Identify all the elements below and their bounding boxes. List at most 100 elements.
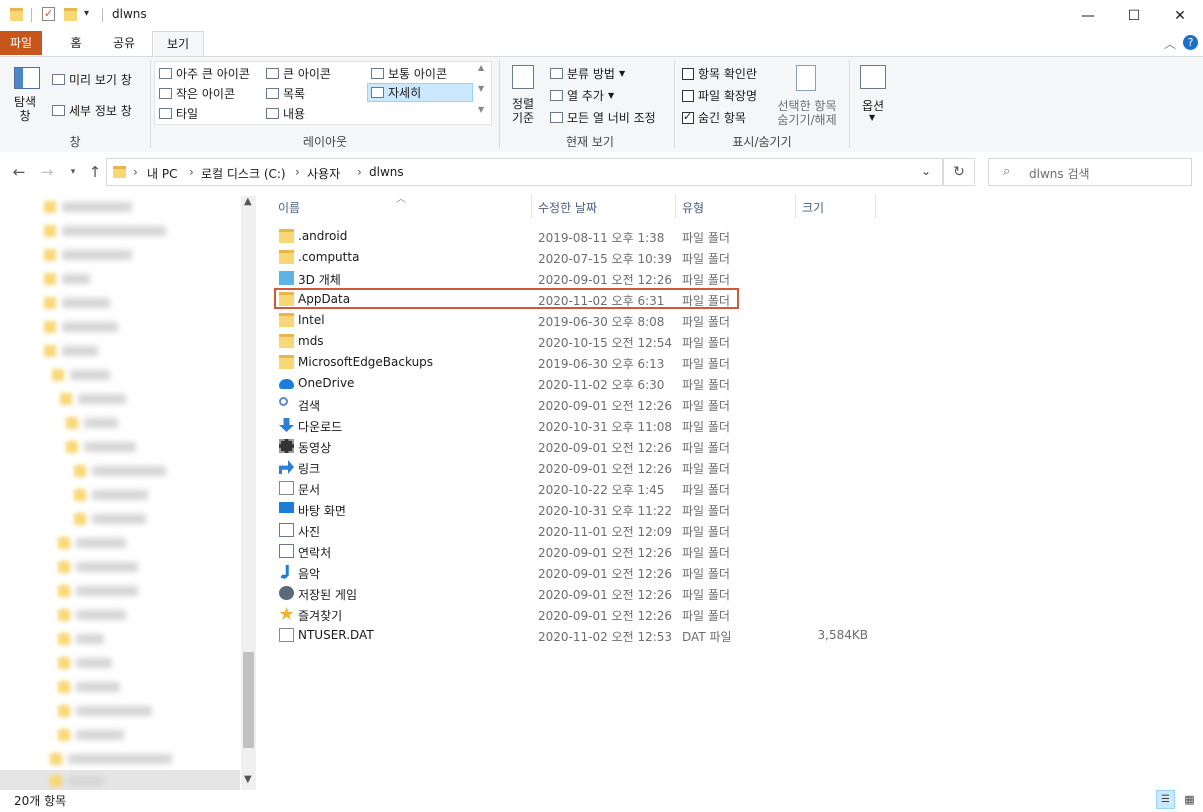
layout-list[interactable]: 목록	[266, 85, 305, 102]
recent-dropdown-icon[interactable]: ▾	[62, 162, 84, 182]
file-row[interactable]: Intel 2019-06-30 오후 8:08 파일 폴더	[272, 310, 892, 331]
file-row[interactable]: 동영상 2020-09-01 오전 12:26 파일 폴더	[272, 436, 892, 457]
layout-small-icons[interactable]: 작은 아이콘	[159, 85, 235, 102]
file-type: 파일 폴더	[682, 357, 730, 371]
file-row[interactable]: OneDrive 2020-11-02 오후 6:30 파일 폴더	[272, 373, 892, 394]
layout-medium-icons[interactable]: 보통 아이콘	[371, 65, 447, 82]
breadcrumb-users[interactable]: 사용자	[307, 165, 340, 182]
extra-large-icons-icon	[159, 68, 172, 79]
back-arrow-icon[interactable]: ←	[8, 162, 30, 182]
divider	[675, 195, 676, 219]
nav-pane-scrollbar[interactable]: ▲ ▼	[241, 196, 256, 790]
scroll-up-icon[interactable]: ▲	[244, 196, 252, 207]
column-header-type[interactable]: 유형	[682, 199, 704, 216]
layout-tiles[interactable]: 타일	[159, 105, 198, 122]
column-header-size[interactable]: 크기	[802, 199, 824, 216]
file-row[interactable]: .computta 2020-07-15 오후 10:39 파일 폴더	[272, 247, 892, 268]
hide-selected-button[interactable]: 선택한 항목 숨기기/해제	[772, 65, 842, 129]
tab-file[interactable]: 파일	[0, 31, 42, 55]
large-icons-view-button[interactable]: ▦	[1180, 790, 1199, 809]
breadcrumb-this-pc[interactable]: 내 PC	[147, 165, 177, 182]
document-icon	[279, 481, 294, 495]
details-pane-button[interactable]: 세부 정보 창	[52, 102, 132, 119]
chevron-down-icon: ▼	[869, 113, 876, 122]
hide-selected-label: 선택한 항목 숨기기/해제	[777, 99, 837, 127]
tab-home[interactable]: 홈	[60, 31, 92, 55]
layout-content[interactable]: 내용	[266, 105, 305, 122]
contacts-icon	[279, 544, 294, 558]
add-column-button[interactable]: 열 추가 ▼	[550, 87, 614, 104]
scrollbar-thumb[interactable]	[243, 652, 254, 748]
column-header-date[interactable]: 수정한 날짜	[538, 199, 597, 216]
layout-large-icons[interactable]: 큰 아이콘	[266, 65, 331, 82]
gallery-scroll-down-icon[interactable]: ▼	[478, 84, 484, 93]
onedrive-icon	[279, 379, 294, 389]
small-icons-icon	[159, 88, 172, 99]
file-row[interactable]: NTUSER.DAT 2020-11-02 오전 12:53 DAT 파일 3,584…	[272, 625, 892, 646]
options-button[interactable]: 옵션 ▼	[856, 65, 892, 129]
collapse-ribbon-icon[interactable]: ︿	[1164, 35, 1176, 52]
search-input[interactable]: dlwns 검색	[1029, 165, 1090, 182]
gallery-expand-icon[interactable]: ▼	[478, 105, 484, 114]
file-row[interactable]: 연락처 2020-09-01 오전 12:26 파일 폴더	[272, 541, 892, 562]
maximize-button[interactable]: ☐	[1111, 0, 1157, 31]
column-header-name[interactable]: 이름	[278, 199, 300, 216]
up-arrow-icon[interactable]: ↑	[84, 162, 106, 182]
file-row[interactable]: 검색 2020-09-01 오전 12:26 파일 폴더	[272, 394, 892, 415]
sort-by-button[interactable]: 정렬 기준	[506, 65, 542, 129]
details-view-button[interactable]: ☰	[1156, 790, 1175, 809]
group-by-button[interactable]: 분류 방법 ▼	[550, 65, 625, 82]
selected-nav-item[interactable]	[0, 770, 240, 790]
address-dropdown-icon[interactable]: ⌄	[921, 164, 931, 178]
file-row[interactable]: 즐겨찾기 2020-09-01 오전 12:26 파일 폴더	[272, 604, 892, 625]
file-type: 파일 폴더	[682, 252, 730, 266]
file-type: 파일 폴더	[682, 546, 730, 560]
properties-quick-icon[interactable]: ✓	[42, 7, 55, 21]
sort-label: 정렬 기준	[511, 97, 535, 125]
file-row[interactable]: 음악 2020-09-01 오전 12:26 파일 폴더	[272, 562, 892, 583]
file-row[interactable]: 사진 2020-11-01 오전 12:09 파일 폴더	[272, 520, 892, 541]
forward-arrow-icon[interactable]: →	[36, 162, 58, 182]
file-type: 파일 폴더	[682, 483, 730, 497]
file-row[interactable]: 바탕 화면 2020-10-31 오후 11:22 파일 폴더	[272, 499, 892, 520]
search-box[interactable]: ⌕ dlwns 검색	[988, 158, 1192, 186]
options-label: 옵션	[861, 99, 885, 113]
file-type: 파일 폴더	[682, 336, 730, 350]
customize-qat-icon[interactable]: ▾	[84, 8, 89, 19]
file-row[interactable]: 저장된 게임 2020-09-01 오전 12:26 파일 폴더	[272, 583, 892, 604]
file-row[interactable]: 3D 개체 2020-09-01 오전 12:26 파일 폴더	[272, 268, 892, 289]
breadcrumb-local-disk[interactable]: 로컬 디스크 (C:)	[201, 165, 286, 182]
tab-share[interactable]: 공유	[105, 31, 143, 55]
file-row[interactable]: .android 2019-08-11 오후 1:38 파일 폴더	[272, 226, 892, 247]
hidden-items-toggle[interactable]: 숨긴 항목	[682, 109, 746, 126]
fit-columns-button[interactable]: 모든 열 너비 조정	[550, 109, 656, 126]
divider	[849, 60, 850, 148]
tab-view[interactable]: 보기	[152, 31, 204, 56]
file-row[interactable]: 링크 2020-09-01 오전 12:26 파일 폴더	[272, 457, 892, 478]
new-folder-quick-icon[interactable]	[64, 8, 77, 21]
help-icon[interactable]: ?	[1183, 35, 1198, 50]
file-row[interactable]: 다운로드 2020-10-31 오후 11:08 파일 폴더	[272, 415, 892, 436]
preview-pane-button[interactable]: 미리 보기 창	[52, 71, 132, 88]
close-button[interactable]: ✕	[1157, 0, 1203, 31]
layout-details[interactable]: 자세히	[367, 83, 473, 102]
scroll-down-icon[interactable]: ▼	[244, 774, 252, 785]
gallery-scroll-up-icon[interactable]: ▲	[478, 63, 484, 72]
layout-extra-large-icons[interactable]: 아주 큰 아이콘	[159, 65, 250, 82]
file-row[interactable]: MicrosoftEdgeBackups 2019-06-30 오후 6:13 파일…	[272, 352, 892, 373]
file-ext-toggle[interactable]: 파일 확장명	[682, 87, 757, 104]
file-size: 3,584KB	[817, 628, 868, 642]
item-checkbox-toggle[interactable]: 항목 확인란	[682, 65, 757, 82]
navigation-pane[interactable]	[0, 192, 258, 790]
breadcrumb-dlwns[interactable]: dlwns	[369, 165, 404, 179]
title-bar: ✓ ▾ dlwns — ☐ ✕	[0, 0, 1203, 31]
file-row[interactable]: mds 2020-10-15 오전 12:54 파일 폴더	[272, 331, 892, 352]
nav-pane-button[interactable]: 탐색 창	[8, 67, 44, 127]
refresh-button[interactable]: ↻	[943, 158, 975, 186]
file-type: 파일 폴더	[682, 420, 730, 434]
appdata-highlight-box	[274, 288, 739, 309]
address-bar[interactable]: › 내 PC › 로컬 디스크 (C:) › 사용자 › dlwns ⌄	[106, 158, 943, 186]
file-row[interactable]: 문서 2020-10-22 오후 1:45 파일 폴더	[272, 478, 892, 499]
minimize-button[interactable]: —	[1065, 0, 1111, 31]
medium-icons-icon	[371, 68, 384, 79]
